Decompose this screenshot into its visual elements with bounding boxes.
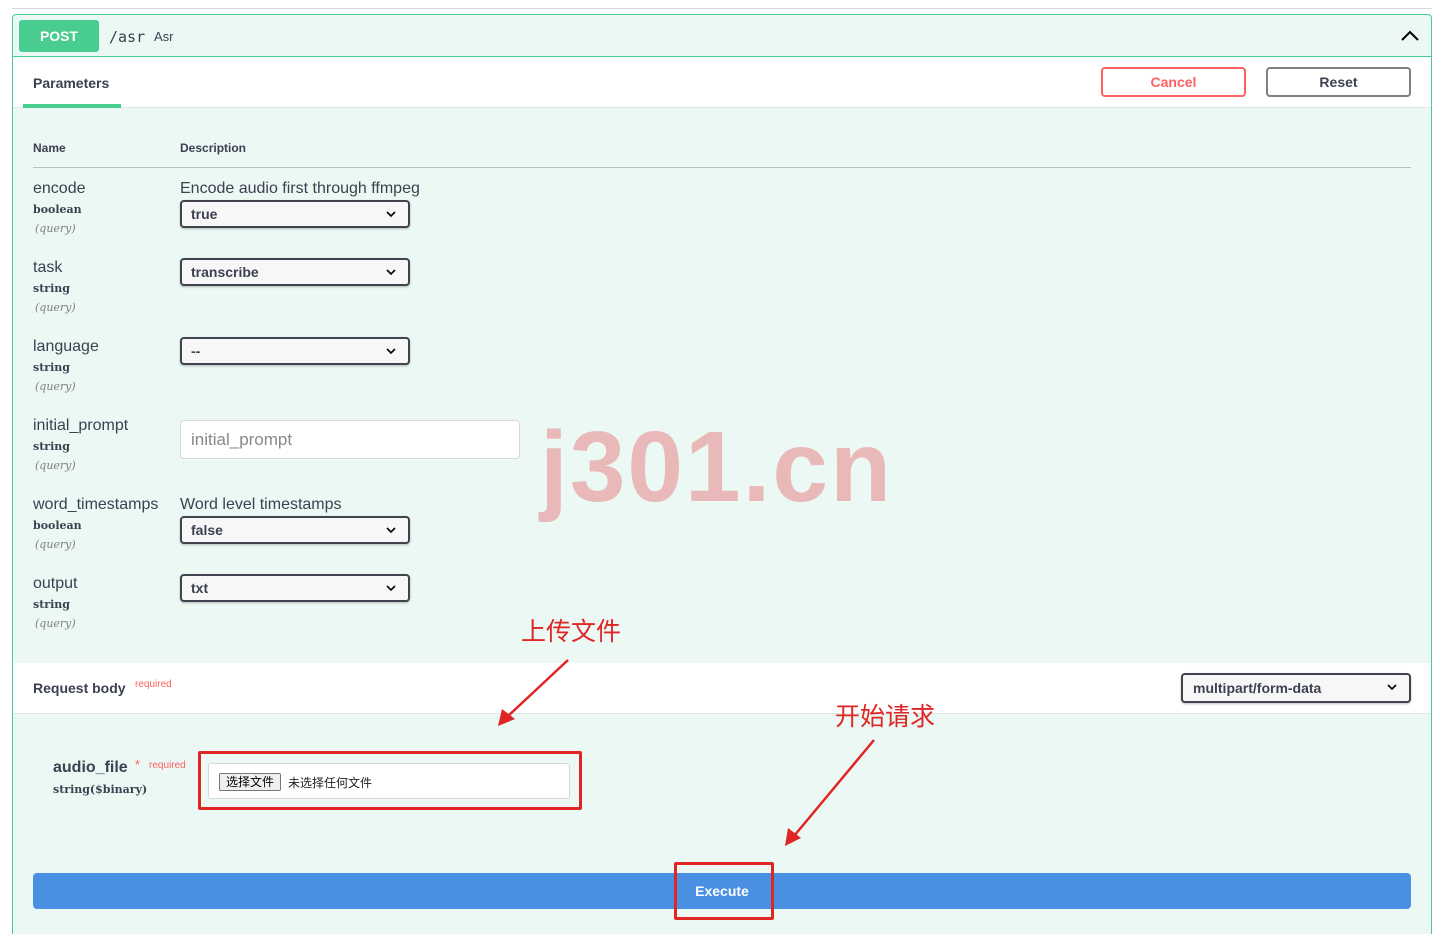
upload-arrow [506,659,569,718]
annotation-arrows [498,659,875,846]
start-arrow [793,739,875,837]
